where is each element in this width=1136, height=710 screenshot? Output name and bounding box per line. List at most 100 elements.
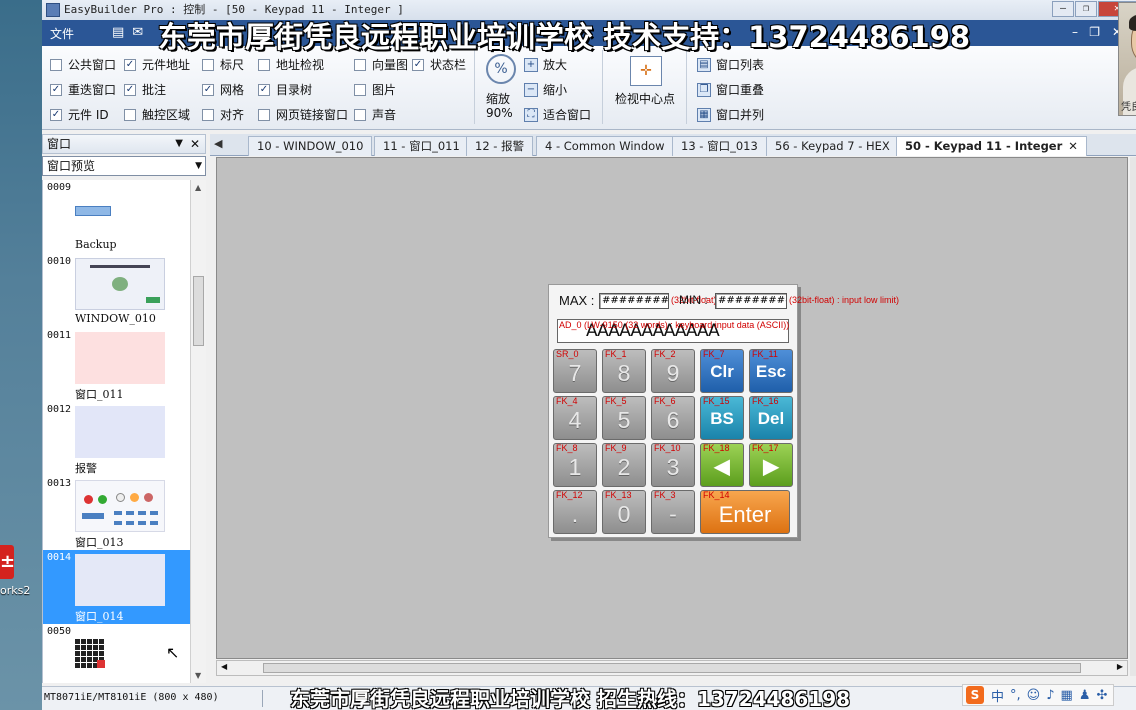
keypad-key-fk-3[interactable]: FK_3- [651, 490, 695, 534]
checkbox-tree[interactable]: ✓ 目录树 [258, 81, 312, 98]
desktop-app-icon[interactable]: ± [0, 545, 15, 579]
checkbox-sound[interactable]: 声音 [354, 106, 396, 123]
tab-alarm[interactable]: 12 - 报警 [466, 136, 534, 156]
quick-access-icons[interactable]: ▤✉ [112, 25, 151, 40]
keypad-key-fk-6[interactable]: FK_6 6 [651, 396, 695, 440]
ime-logo-icon[interactable]: S [966, 686, 984, 704]
microphone-icon[interactable]: ♪ [1046, 688, 1054, 703]
checkbox-touch-area[interactable]: 触控区域 [124, 106, 190, 123]
keyboard-icon[interactable]: ▦ [1061, 688, 1073, 703]
preview-mode-dropdown[interactable]: 窗口预览 ▼ [42, 156, 206, 176]
keypad-key-fk-13[interactable]: FK_13 0 [602, 490, 646, 534]
preview-list-scrollbar[interactable]: ▲ ▼ [190, 180, 206, 683]
checkbox-grid[interactable]: ✓ 网格 [202, 81, 244, 98]
scrollbar-thumb[interactable] [193, 276, 204, 346]
checkbox-overlap-window[interactable]: ✓ 重迭窗口 [50, 81, 116, 98]
scroll-down-icon[interactable]: ▼ [195, 671, 201, 680]
keypad-key-fk-11[interactable]: FK_11 Esc [749, 349, 793, 393]
checkbox-web-link-window[interactable]: 网页链接窗口 [258, 106, 348, 123]
checkbox-align[interactable]: 对齐 [202, 106, 244, 123]
zoom-in-button[interactable]: + 放大 [524, 56, 567, 73]
checkbox-box[interactable] [50, 58, 62, 71]
view-center-button[interactable]: 检视中心点 [615, 90, 675, 107]
window-list-button[interactable]: ▤ 窗口列表 [697, 56, 764, 73]
tab-close-icon[interactable]: ✕ [1068, 139, 1078, 153]
checkbox-ruler[interactable]: 标尺 [202, 56, 244, 73]
view-center-icon[interactable]: ✛ [630, 56, 662, 86]
scroll-left-icon[interactable]: ◀ [221, 662, 227, 671]
keypad-key-fk-16[interactable]: FK_16 Del [749, 396, 793, 440]
zoom-out-button[interactable]: − 缩小 [524, 81, 567, 98]
keypad-window-preview[interactable]: MAX : ########### (32bit-float) : input … [548, 284, 899, 538]
checkbox-box[interactable]: ✓ [124, 58, 136, 71]
keypad-key-fk-12[interactable]: FK_12. [553, 490, 597, 534]
list-item[interactable]: 0010 WINDOW_010 [43, 254, 190, 328]
punctuation-icon[interactable]: °, [1010, 688, 1021, 703]
tab-window-010[interactable]: 10 - WINDOW_010 [248, 136, 373, 156]
checkbox-box[interactable]: ✓ [202, 83, 214, 96]
scroll-right-icon[interactable]: ▶ [1117, 662, 1123, 671]
checkbox-common-window[interactable]: 公共窗口 [50, 56, 116, 73]
ime-mode[interactable]: 中 [991, 686, 1004, 705]
pane-close-icon[interactable]: ✕ [190, 135, 200, 153]
keypad-key-fk-8[interactable]: FK_8 1 [553, 443, 597, 487]
minimize-icon[interactable]: – [1052, 1, 1074, 17]
checkbox-box[interactable]: ✓ [124, 83, 136, 96]
tab-window-011[interactable]: 11 - 窗口_011 [374, 136, 469, 156]
keypad-key-fk-7[interactable]: FK_7 Clr [700, 349, 744, 393]
tab-window-013[interactable]: 13 - 窗口_013 [672, 136, 767, 156]
keypad-key-sr-0[interactable]: SR_0 7 [553, 349, 597, 393]
checkbox-box[interactable] [258, 58, 270, 71]
file-menu-tab[interactable]: 文件 [50, 25, 74, 42]
checkbox-box[interactable]: ✓ [50, 83, 62, 96]
checkbox-comment[interactable]: ✓ 批注 [124, 81, 166, 98]
checkbox-element-id[interactable]: ✓ 元件 ID [50, 106, 109, 123]
keypad-key-fk-15[interactable]: FK_15 BS [700, 396, 744, 440]
checkbox-box[interactable] [202, 58, 214, 71]
list-item[interactable]: 0011 窗口_011 [43, 328, 190, 402]
window-cascade-button[interactable]: ❐ 窗口重叠 [697, 81, 764, 98]
checkbox-box[interactable]: ✓ [412, 58, 424, 71]
checkbox-statusbar[interactable]: ✓ 状态栏 [412, 56, 466, 73]
scrollbar-thumb[interactable] [263, 663, 1081, 673]
checkbox-box[interactable] [354, 58, 366, 71]
scroll-up-icon[interactable]: ▲ [195, 183, 201, 192]
tab-keypad-7-hex[interactable]: 56 - Keypad 7 - HEX [766, 136, 899, 156]
zoom-value-dropdown[interactable]: 90% [486, 106, 513, 120]
checkbox-box[interactable]: ✓ [50, 108, 62, 121]
tab-common-window[interactable]: 4 - Common Window [536, 136, 674, 156]
ime-toolbar[interactable]: S 中 °, ☺ ♪ ▦ ♟ ✣ [962, 684, 1115, 706]
chevron-down-icon[interactable]: ▼ [195, 157, 202, 175]
desktop-icon-label[interactable]: orks2 [0, 584, 30, 597]
keypad-key-fk-18[interactable]: FK_18 ◀ [700, 443, 744, 487]
tools-icon[interactable]: ✣ [1096, 688, 1107, 703]
window-tile-button[interactable]: ▦ 窗口并列 [697, 106, 764, 123]
ribbon-minimize-icon[interactable]: – [1072, 25, 1078, 39]
checkbox-box[interactable] [124, 108, 136, 121]
fit-window-button[interactable]: ⛶ 适合窗口 [524, 106, 591, 123]
keypad-key-fk-14[interactable]: FK_14 Enter [700, 490, 790, 534]
checkbox-box[interactable] [354, 108, 366, 121]
zoom-icon[interactable]: % [486, 54, 516, 84]
keypad-key-fk-5[interactable]: FK_5 5 [602, 396, 646, 440]
keypad-key-fk-10[interactable]: FK_10 3 [651, 443, 695, 487]
checkbox-picture[interactable]: 图片 [354, 81, 396, 98]
list-item[interactable]: 0013 窗口_013 [43, 476, 190, 550]
pane-dropdown-icon[interactable]: ▼ [175, 135, 183, 153]
list-item[interactable]: 0012 报警 [43, 402, 190, 476]
keypad-key-fk-1[interactable]: FK_1 8 [602, 349, 646, 393]
restore-icon[interactable]: ❐ [1075, 1, 1097, 17]
user-icon[interactable]: ♟ [1079, 688, 1091, 703]
tab-scroll-left-icon[interactable]: ◀ [214, 137, 222, 150]
min-value-field[interactable]: ########### [715, 293, 787, 309]
checkbox-box[interactable]: ✓ [258, 83, 270, 96]
checkbox-element-address[interactable]: ✓ 元件地址 [124, 56, 190, 73]
list-item[interactable]: 0009 Backup [43, 180, 190, 254]
list-item-selected[interactable]: 0014 窗口_014 [43, 550, 190, 624]
emoji-icon[interactable]: ☺ [1027, 688, 1041, 703]
keypad-key-fk-2[interactable]: FK_2 9 [651, 349, 695, 393]
checkbox-box[interactable] [202, 108, 214, 121]
canvas-horizontal-scrollbar[interactable]: ◀ ▶ [216, 660, 1128, 676]
checkbox-address-view[interactable]: 地址检视 [258, 56, 324, 73]
keypad-key-fk-9[interactable]: FK_9 2 [602, 443, 646, 487]
